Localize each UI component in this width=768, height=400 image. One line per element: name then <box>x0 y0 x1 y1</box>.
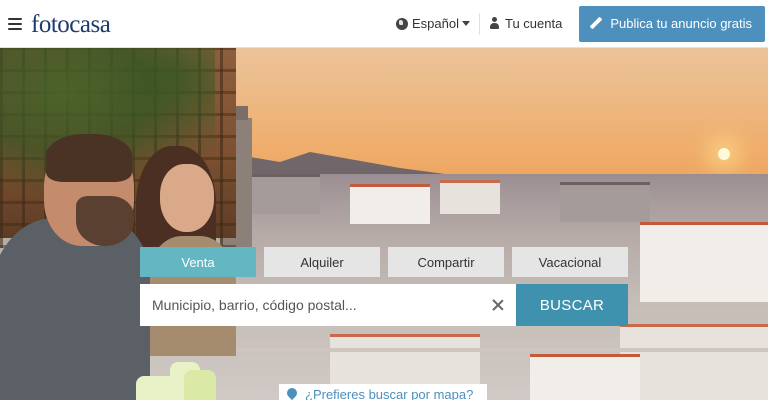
menu-icon[interactable] <box>8 17 22 30</box>
search-button[interactable]: BUSCAR <box>516 284 628 326</box>
building <box>350 184 430 224</box>
search-tabs: Venta Alquiler Compartir Vacacional <box>140 247 628 277</box>
language-selector[interactable]: Español <box>396 16 470 31</box>
hero-image <box>0 48 768 400</box>
tab-compartir[interactable]: Compartir <box>388 247 504 277</box>
tab-venta[interactable]: Venta <box>140 247 256 277</box>
tab-alquiler[interactable]: Alquiler <box>264 247 380 277</box>
search-box <box>140 284 516 326</box>
search-input[interactable] <box>152 297 486 313</box>
account-link[interactable]: Tu cuenta <box>489 16 562 31</box>
building <box>250 174 320 214</box>
hero-sun <box>718 148 730 160</box>
close-icon[interactable] <box>492 299 504 311</box>
map-pin-icon <box>287 388 297 400</box>
search-bar: BUSCAR <box>140 284 628 326</box>
candles <box>136 358 226 400</box>
tab-vacacional[interactable]: Vacacional <box>512 247 628 277</box>
chevron-down-icon <box>462 21 470 26</box>
globe-icon <box>396 17 409 30</box>
language-label: Español <box>412 16 459 31</box>
map-link-label: ¿Prefieres buscar por mapa? <box>305 386 474 400</box>
map-search-link[interactable]: ¿Prefieres buscar por mapa? <box>279 384 487 400</box>
user-icon <box>489 17 500 30</box>
building <box>640 222 768 302</box>
publish-label: Publica tu anuncio gratis <box>610 16 752 31</box>
building <box>440 180 500 214</box>
header-divider <box>479 12 480 35</box>
building <box>620 324 768 400</box>
building <box>530 354 640 400</box>
logo[interactable]: fotocasa <box>31 10 111 37</box>
site-header: fotocasa Español Tu cuenta Publica tu an… <box>0 0 768 48</box>
man-figure <box>0 134 150 400</box>
building <box>560 182 650 222</box>
pencil-icon <box>589 17 602 30</box>
publish-ad-button[interactable]: Publica tu anuncio gratis <box>579 5 765 42</box>
account-label: Tu cuenta <box>505 16 563 31</box>
